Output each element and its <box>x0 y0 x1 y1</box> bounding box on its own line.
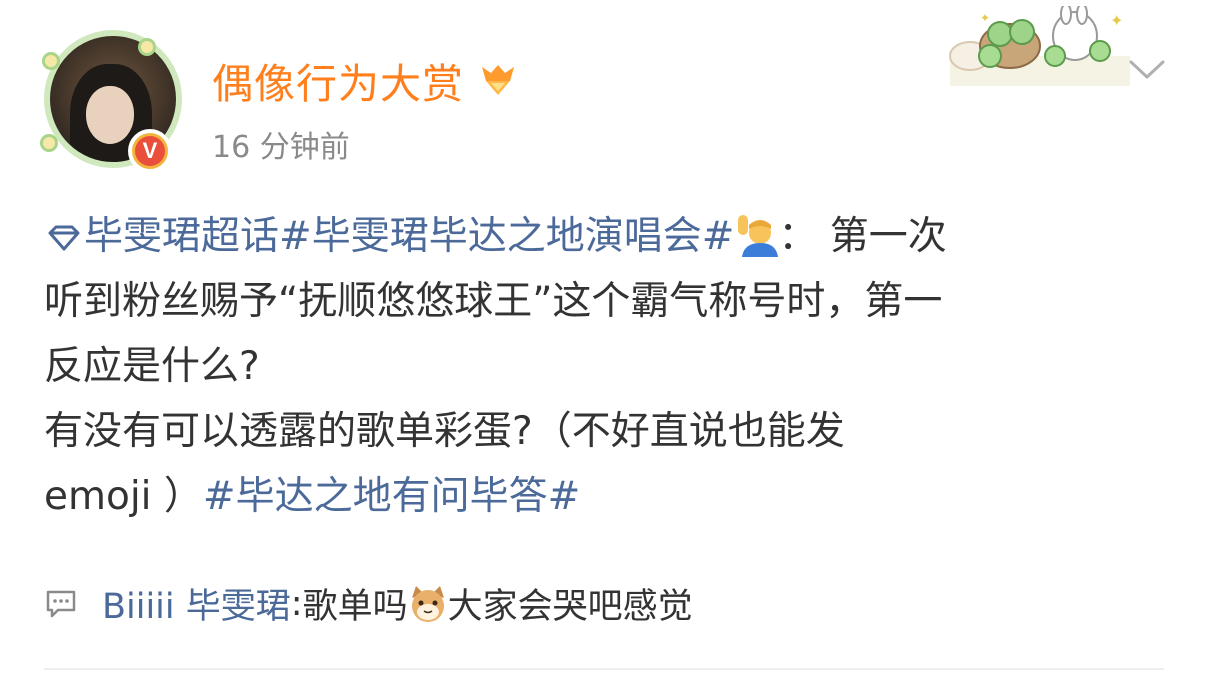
comment-preview[interactable]: Biiiii 毕雯珺 : 歌单吗 大家会哭吧感觉 <box>44 578 693 629</box>
flower-decoration-icon <box>138 38 156 56</box>
post-text: emoji ） <box>44 474 203 519</box>
username-row: 偶像行为大赏 <box>212 50 518 110</box>
post-content: 毕雯珺超话#毕雯珺毕达之地演唱会# ： 第一次 听到粉丝赐予“抚顺悠悠球王”这个霸… <box>44 204 1174 529</box>
svg-text:✦: ✦ <box>1110 11 1123 30</box>
hashtag-link[interactable]: #毕达之地有问毕答# <box>203 474 580 519</box>
post-line-1: 毕雯珺超话#毕雯珺毕达之地演唱会# ： 第一次 <box>44 204 1174 269</box>
verified-badge: V <box>128 129 172 173</box>
flower-decoration-icon <box>40 134 58 152</box>
username[interactable]: 偶像行为大赏 <box>212 50 464 110</box>
comment-text: 大家会哭吧感觉 <box>447 587 693 627</box>
supertopic-link[interactable]: 毕雯珺超话 <box>84 214 279 259</box>
verified-v-icon: V <box>135 136 165 166</box>
comment-colon: : <box>290 583 303 624</box>
post-timestamp: 16 分钟前 <box>212 130 350 165</box>
vip-badge-icon[interactable] <box>478 63 518 97</box>
chevron-down-icon[interactable] <box>1128 58 1166 82</box>
post-line-4: 有没有可以透露的歌单彩蛋?（不好直说也能发 <box>44 409 845 454</box>
supertopic-diamond-icon <box>48 225 80 251</box>
person-raising-hand-emoji <box>738 215 779 257</box>
comment-text: 歌单吗 <box>302 587 408 627</box>
card-decoration-sticker: ✦ ✦ <box>949 6 1130 86</box>
post-line-2: 听到粉丝赐予“抚顺悠悠球王”这个霸气称号时，第一 <box>44 279 943 324</box>
hashtag-link[interactable]: #毕雯珺毕达之地演唱会# <box>279 214 734 259</box>
comment-username[interactable]: Biiiii 毕雯珺 <box>102 578 291 629</box>
svg-text:✦: ✦ <box>980 11 990 25</box>
comment-bubble-icon <box>46 590 76 617</box>
cat-face-emoji <box>411 585 444 622</box>
avatar[interactable]: V <box>38 22 188 173</box>
divider <box>44 668 1164 670</box>
post-text: ： 第一次 <box>778 214 947 259</box>
flower-decoration-icon <box>42 52 60 70</box>
post-line-3: 反应是什么? <box>44 344 260 389</box>
post-line-5: emoji ）#毕达之地有问毕答# <box>44 464 1174 529</box>
